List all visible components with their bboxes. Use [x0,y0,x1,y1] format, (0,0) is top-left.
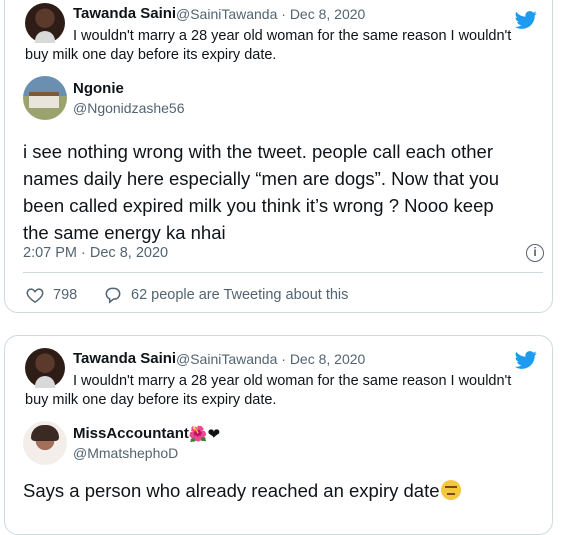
tweet-card-missaccountant[interactable]: Tawanda Saini @SainiTawanda · Dec 8, 202… [4,335,553,535]
tweet-text: i see nothing wrong with the tweet. peop… [23,138,543,246]
divider [23,272,543,273]
tweet-author[interactable]: MissAccountant🌺❤ @MmatshephoD [23,421,523,465]
quoted-handle-date: @SainiTawanda · Dec 8, 2020 [176,6,366,22]
unamused-face-emoji [440,480,461,500]
quoted-text-line-1: I wouldn't marry a 28 year old woman for… [73,373,512,389]
discussion-link[interactable]: 62 people are Tweeting about this [103,285,348,305]
quoted-avatar[interactable] [25,348,65,388]
author-handle[interactable]: @MmatshephoD [73,445,178,461]
quoted-avatar[interactable] [25,3,65,43]
tweet-text-line: names daily here especially “men are dog… [23,168,500,189]
tweet-actions: 798 62 people are Tweeting about this [23,285,543,307]
avatar[interactable] [23,421,67,465]
quoted-text: I wouldn't marry a 28 year old woman for… [25,372,543,410]
quoted-author-name[interactable]: Tawanda Saini [73,5,176,22]
tweet-text-line: Says a person who already reached an exp… [23,480,440,501]
tweet-card-ngonie[interactable]: Tawanda Saini @SainiTawanda · Dec 8, 202… [4,0,553,313]
author-handle[interactable]: @Ngonidzashe56 [73,100,185,116]
twitter-bird-icon[interactable] [513,349,539,371]
tweet-text-line: the same energy ka nhai [23,222,226,243]
twitter-bird-icon[interactable] [513,9,539,31]
info-icon[interactable]: i [526,244,544,262]
tweet-text-line: been called expired milk you think it’s … [23,195,494,216]
author-name-emojis: 🌺❤ [188,426,221,443]
like-count: 798 [53,287,78,303]
quoted-handle-date: @SainiTawanda · Dec 8, 2020 [176,351,366,367]
author-name[interactable]: Ngonie [73,80,124,97]
author-name-text: MissAccountant [73,425,189,442]
tweet-timestamp[interactable]: 2:07 PM · Dec 8, 2020 [23,245,168,261]
quoted-text-line-2: buy milk one day before its expiry date. [25,47,277,63]
quoted-text-line-1: I wouldn't marry a 28 year old woman for… [73,28,512,44]
quoted-text: I wouldn't marry a 28 year old woman for… [25,27,543,65]
avatar[interactable] [23,76,67,120]
discussion-text: 62 people are Tweeting about this [131,287,349,303]
heart-icon [26,288,44,303]
quoted-text-line-2: buy milk one day before its expiry date. [25,392,277,408]
tweet-author[interactable]: Ngonie @Ngonidzashe56 [23,76,523,120]
like-button[interactable]: 798 [25,285,77,305]
author-name[interactable]: MissAccountant🌺❤ [73,425,220,442]
tweet-text-line: i see nothing wrong with the tweet. peop… [23,141,493,162]
quoted-author-name[interactable]: Tawanda Saini [73,350,176,367]
tweet-text: Says a person who already reached an exp… [23,477,543,504]
reply-bubble-icon [105,287,121,304]
